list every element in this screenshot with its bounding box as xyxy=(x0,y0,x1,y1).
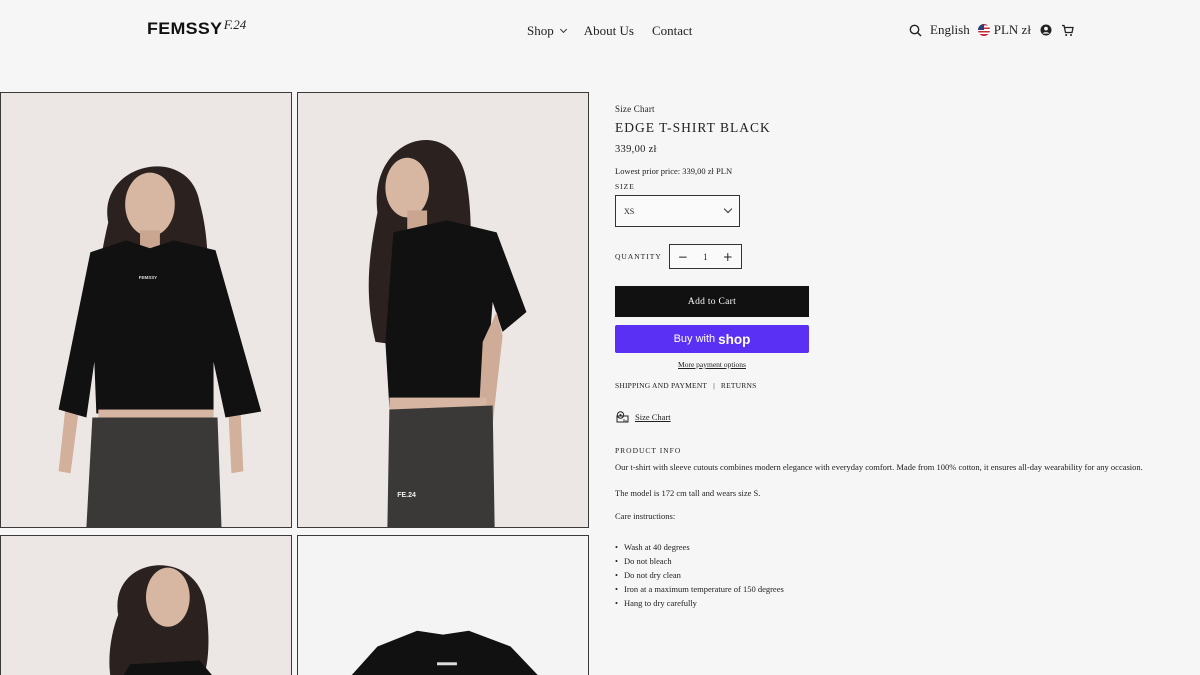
buy-with-label: Buy with xyxy=(673,333,716,345)
list-item: Iron at a maximum temperature of 150 deg… xyxy=(615,582,1155,596)
us-flag-icon xyxy=(977,24,990,36)
size-chart-row[interactable]: Size Chart xyxy=(615,410,1155,424)
quantity-value[interactable]: 1 xyxy=(703,252,708,262)
account-icon[interactable] xyxy=(1039,23,1053,37)
minus-icon[interactable]: − xyxy=(678,250,688,264)
buy-with-shop-button[interactable]: Buy with shop xyxy=(615,325,809,353)
list-item: Do not dry clean xyxy=(615,568,1155,582)
site-header: FEMSSY F.24 Shop About Us Contact Englis… xyxy=(0,0,1200,62)
nav-shop-label: Shop xyxy=(527,23,554,38)
size-chart-top-link[interactable]: Size Chart xyxy=(615,104,1155,114)
product-photo-side[interactable]: FE.24 xyxy=(297,92,589,528)
quantity-stepper[interactable]: − 1 + xyxy=(668,244,742,269)
lowest-prior-price: Lowest prior price: 339,00 zł PLN xyxy=(615,166,733,176)
quantity-label: QUANTITY xyxy=(615,252,662,261)
nav-contact-label: Contact xyxy=(651,23,693,38)
logo-superscript: F.24 xyxy=(223,17,247,32)
product-info-heading: PRODUCT INFO xyxy=(615,446,682,455)
logo-wordmark: FEMSSY xyxy=(147,19,223,38)
product-photo-closeup[interactable] xyxy=(0,535,292,675)
size-chart-link[interactable]: Size Chart xyxy=(635,412,671,422)
quantity-row: QUANTITY − 1 + xyxy=(615,244,1155,269)
currency-label: PLN zł xyxy=(993,22,1031,37)
header-utilities: English PLN zł xyxy=(908,22,1075,38)
plus-icon[interactable]: + xyxy=(723,250,733,264)
svg-text:FEMSSY: FEMSSY xyxy=(139,275,157,280)
model-note: The model is 172 cm tall and wears size … xyxy=(615,487,761,498)
nav-about-label: About Us xyxy=(583,23,634,38)
product-price: 339,00 zł xyxy=(615,144,657,155)
nav-about[interactable]: About Us xyxy=(584,23,634,39)
care-list: Wash at 40 degrees Do not bleach Do not … xyxy=(615,540,1155,610)
chevron-down-icon xyxy=(559,25,567,34)
product-info-panel: Size Chart EDGE T-SHIRT BLACK 339,00 zł … xyxy=(615,104,1155,610)
list-item: Do not bleach xyxy=(615,554,1155,568)
product-photo-flat[interactable] xyxy=(297,535,589,675)
policy-links: SHIPPING AND PAYMENT | RETURNS xyxy=(615,381,1155,390)
link-separator: | xyxy=(713,381,715,390)
chevron-down-icon xyxy=(723,204,733,214)
product-title: EDGE T-SHIRT BLACK xyxy=(615,120,771,135)
care-heading: Care instructions: xyxy=(615,510,676,521)
list-item: Hang to dry carefully xyxy=(615,596,1155,610)
currency-selector[interactable]: PLN zł xyxy=(977,22,1031,38)
size-select-value: XS xyxy=(624,206,635,216)
returns-link[interactable]: RETURNS xyxy=(721,381,757,390)
product-description: Our t-shirt with sleeve cutouts combines… xyxy=(615,462,1143,472)
nav-shop[interactable]: Shop xyxy=(527,23,567,39)
size-label: SIZE xyxy=(615,182,635,191)
shipping-payment-link[interactable]: SHIPPING AND PAYMENT xyxy=(615,381,707,390)
main-nav: Shop About Us Contact xyxy=(527,23,692,39)
pants-print: FE.24 xyxy=(397,492,416,499)
list-item: Wash at 40 degrees xyxy=(615,540,1155,554)
cart-icon[interactable] xyxy=(1061,23,1075,37)
language-selector[interactable]: English xyxy=(930,22,970,38)
ruler-icon xyxy=(615,410,629,424)
nav-contact[interactable]: Contact xyxy=(652,23,692,39)
size-select[interactable]: XS xyxy=(615,195,740,227)
add-to-cart-button[interactable]: Add to Cart xyxy=(615,286,809,317)
more-payment-options-link[interactable]: More payment options xyxy=(615,360,809,369)
shop-pay-logo: shop xyxy=(718,331,751,347)
search-icon[interactable] xyxy=(908,23,922,37)
site-logo[interactable]: FEMSSY F.24 xyxy=(147,17,247,39)
product-photo-front[interactable]: FEMSSY xyxy=(0,92,292,528)
